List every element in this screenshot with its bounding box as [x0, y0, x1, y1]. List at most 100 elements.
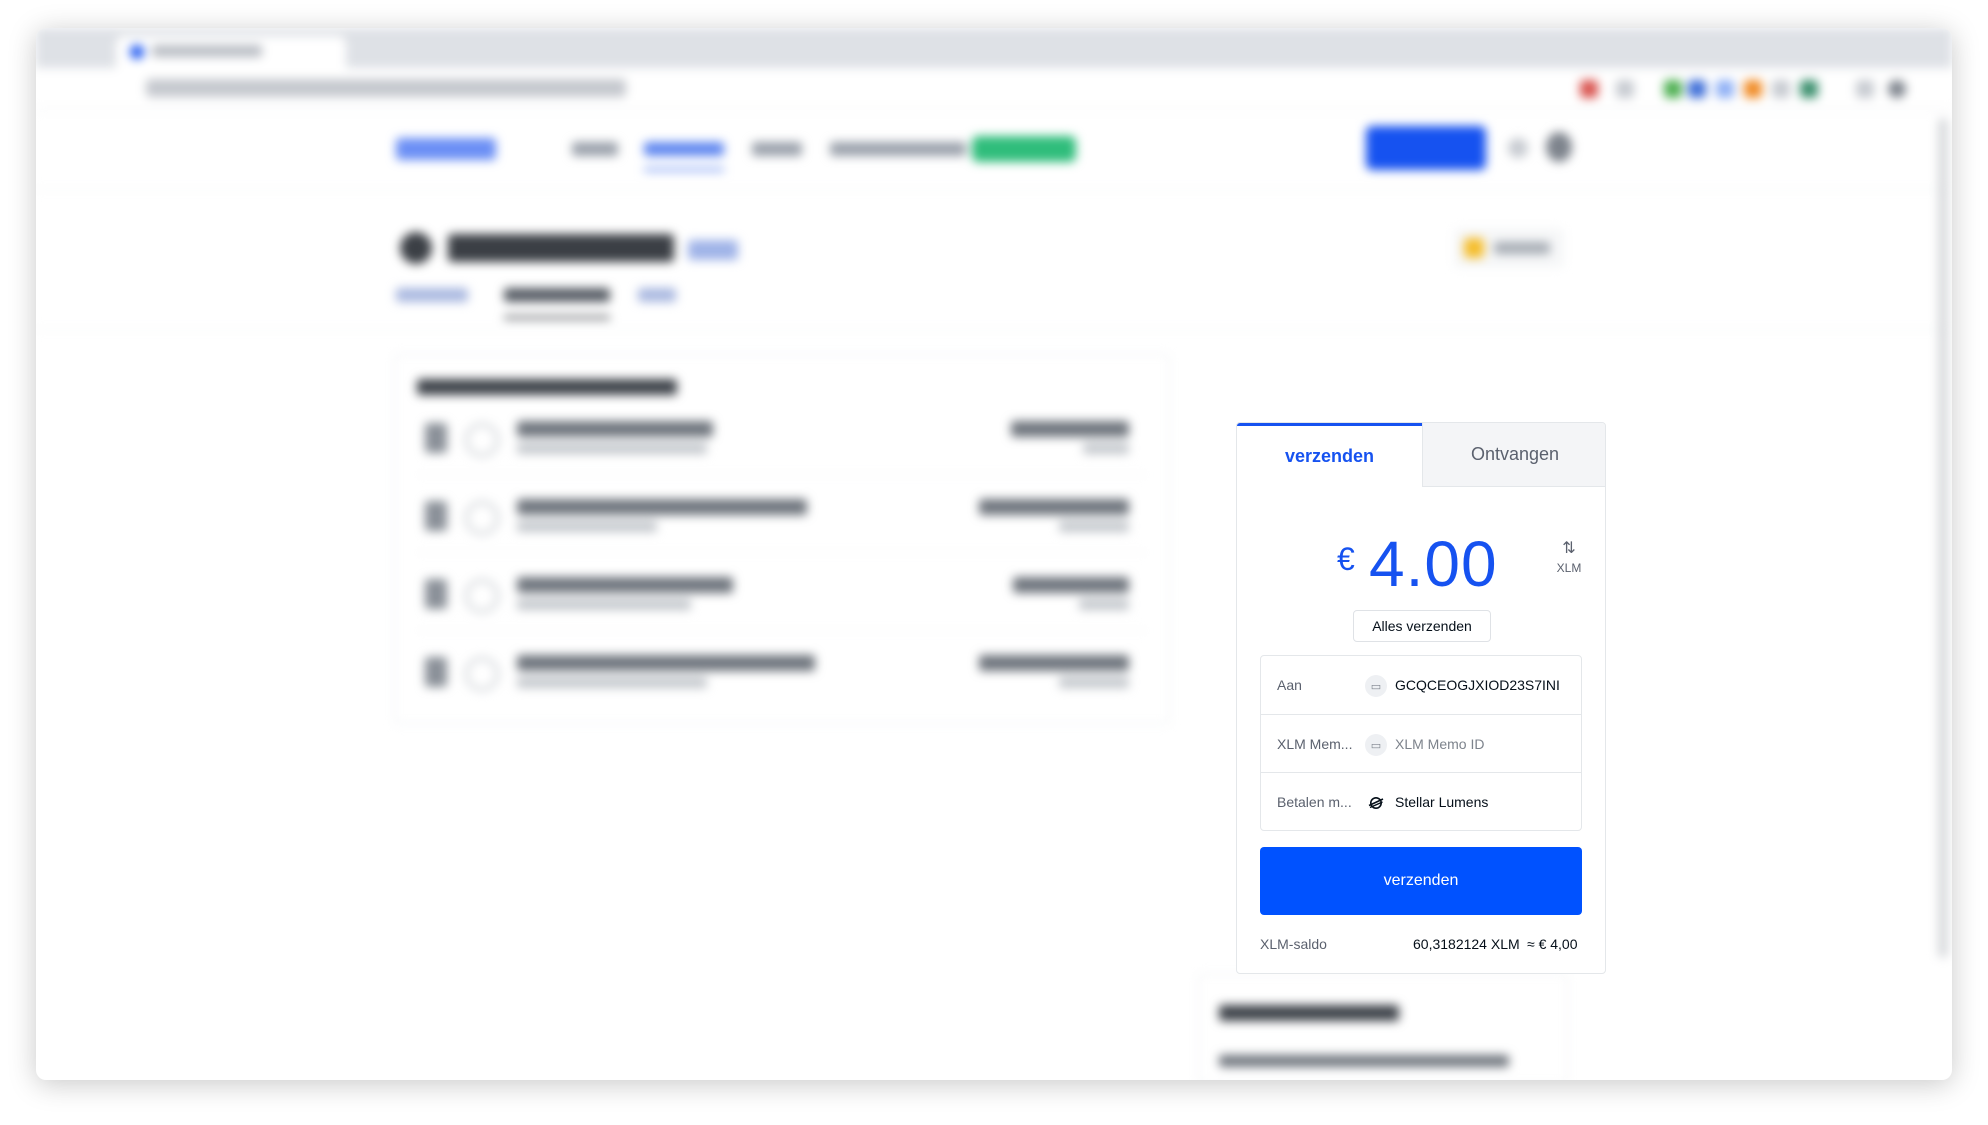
table-row[interactable] — [417, 561, 1147, 631]
date-placeholder — [425, 501, 447, 531]
nav-item[interactable] — [752, 142, 802, 156]
to-field-label: Aan — [1277, 677, 1302, 693]
nav-item[interactable] — [572, 142, 618, 156]
row-title-placeholder — [517, 577, 733, 593]
app-navigation — [36, 110, 1952, 190]
send-button[interactable]: verzenden — [1260, 847, 1582, 915]
asset-title-placeholder — [448, 234, 674, 262]
extension-icon[interactable] — [1744, 80, 1762, 98]
address-bar[interactable] — [36, 68, 1952, 110]
amount-input[interactable]: € 4.00 — [1237, 529, 1605, 609]
stellar-icon — [1365, 792, 1387, 814]
logo[interactable] — [396, 138, 496, 160]
row-subtitle-placeholder — [517, 599, 691, 610]
page-scrollbar[interactable] — [1938, 118, 1948, 958]
currency-symbol: € — [1337, 541, 1355, 577]
favicon-icon — [130, 45, 144, 59]
watchlist-label-placeholder — [1494, 242, 1550, 254]
extension-icon[interactable] — [1688, 80, 1706, 98]
memo-input[interactable]: XLM Memo ID — [1395, 736, 1575, 752]
watchlist-button[interactable] — [1454, 228, 1564, 268]
nav-item-active[interactable] — [644, 142, 724, 156]
row-subtitle-placeholder — [517, 677, 707, 688]
row-fiat-placeholder — [1083, 443, 1129, 454]
extension-icon[interactable] — [1580, 80, 1598, 98]
promo-text-placeholder — [1219, 1055, 1509, 1067]
tab-title-placeholder — [152, 45, 262, 57]
asset-symbol-placeholder — [688, 240, 738, 260]
star-icon — [1464, 238, 1484, 258]
nav-action-button[interactable] — [1366, 126, 1486, 170]
table-row[interactable] — [417, 405, 1147, 475]
subtab-active[interactable] — [504, 288, 610, 302]
row-title-placeholder — [517, 421, 713, 437]
row-subtitle-placeholder — [517, 443, 707, 454]
memo-icon[interactable]: ▭ — [1365, 734, 1387, 756]
extension-icon[interactable] — [1856, 80, 1874, 98]
tab-receive[interactable]: Ontvangen — [1422, 423, 1605, 487]
extension-icon[interactable] — [1664, 80, 1682, 98]
date-placeholder — [425, 579, 447, 609]
nav-item[interactable] — [830, 142, 966, 156]
send-receive-tabs: verzenden Ontvangen — [1237, 423, 1605, 487]
browser-tab[interactable] — [116, 36, 346, 68]
row-amount-placeholder — [1013, 577, 1129, 593]
pay-with-value[interactable]: Stellar Lumens — [1395, 794, 1575, 810]
pay-with-field[interactable]: Betalen m... Stellar Lumens — [1261, 772, 1581, 830]
browser-window: verzenden Ontvangen € 4.00 ⇅ XLM Alles v… — [36, 28, 1952, 1080]
stellar-icon — [400, 232, 432, 264]
extension-icon[interactable] — [1800, 80, 1818, 98]
stellar-logo-svg — [1368, 797, 1384, 809]
row-fiat-placeholder — [1059, 677, 1129, 688]
memo-field[interactable]: XLM Mem... ▭ XLM Memo ID — [1261, 714, 1581, 772]
amount-value[interactable]: 4.00 — [1369, 529, 1498, 600]
table-row[interactable] — [417, 639, 1147, 709]
switch-currency-label: XLM — [1556, 561, 1582, 575]
memo-field-label: XLM Mem... — [1277, 736, 1353, 752]
date-placeholder — [425, 423, 447, 453]
promo-title-placeholder — [1219, 1005, 1399, 1021]
transactions-card — [394, 354, 1170, 724]
profile-icon[interactable] — [1888, 80, 1906, 98]
avatar[interactable] — [1546, 132, 1572, 162]
address-book-icon[interactable]: ▭ — [1365, 675, 1387, 697]
to-field[interactable]: Aan ▭ GCQCEOGJXIOD23S7INI — [1261, 656, 1581, 714]
nav-badge — [972, 136, 1076, 162]
row-title-placeholder — [517, 655, 815, 671]
screenshot-stage: verzenden Ontvangen € 4.00 ⇅ XLM Alles v… — [0, 0, 1988, 1125]
transactions-heading-placeholder — [417, 379, 677, 395]
browser-tab-bar — [36, 28, 1952, 68]
row-fiat-placeholder — [1079, 599, 1129, 610]
row-amount-placeholder — [979, 499, 1129, 515]
extension-icon[interactable] — [1616, 80, 1634, 98]
notification-icon[interactable] — [1508, 138, 1528, 158]
transaction-type-icon — [465, 579, 499, 613]
transaction-type-icon — [465, 423, 499, 457]
row-fiat-placeholder — [1059, 521, 1129, 532]
row-amount-placeholder — [1011, 421, 1129, 437]
asset-header — [36, 190, 1952, 330]
row-subtitle-placeholder — [517, 521, 657, 532]
transaction-type-icon — [465, 657, 499, 691]
row-title-placeholder — [517, 499, 807, 515]
nav-active-underline — [644, 168, 724, 171]
send-all-button[interactable]: Alles verzenden — [1353, 610, 1491, 642]
subtab-underline — [504, 316, 610, 319]
pay-with-label: Betalen m... — [1277, 794, 1352, 810]
extension-icon[interactable] — [1716, 80, 1734, 98]
balance-eur-value: ≈ € 4,00 — [1527, 936, 1578, 952]
table-row[interactable] — [417, 483, 1147, 553]
date-placeholder — [425, 657, 447, 687]
send-form-fields: Aan ▭ GCQCEOGJXIOD23S7INI XLM Mem... ▭ X… — [1260, 655, 1582, 831]
balance-xlm-value: 60,3182124 XLM — [1413, 936, 1520, 952]
row-amount-placeholder — [979, 655, 1129, 671]
subtab[interactable] — [396, 288, 468, 302]
swap-vertical-icon: ⇅ — [1562, 540, 1576, 557]
to-address-input[interactable]: GCQCEOGJXIOD23S7INI — [1395, 677, 1575, 693]
send-card: verzenden Ontvangen € 4.00 ⇅ XLM Alles v… — [1236, 422, 1606, 974]
balance-label: XLM-saldo — [1260, 936, 1327, 952]
tab-send[interactable]: verzenden — [1237, 423, 1422, 487]
currency-switch-button[interactable]: ⇅ XLM — [1555, 540, 1583, 576]
extension-icon[interactable] — [1772, 80, 1790, 98]
subtab[interactable] — [638, 288, 676, 302]
